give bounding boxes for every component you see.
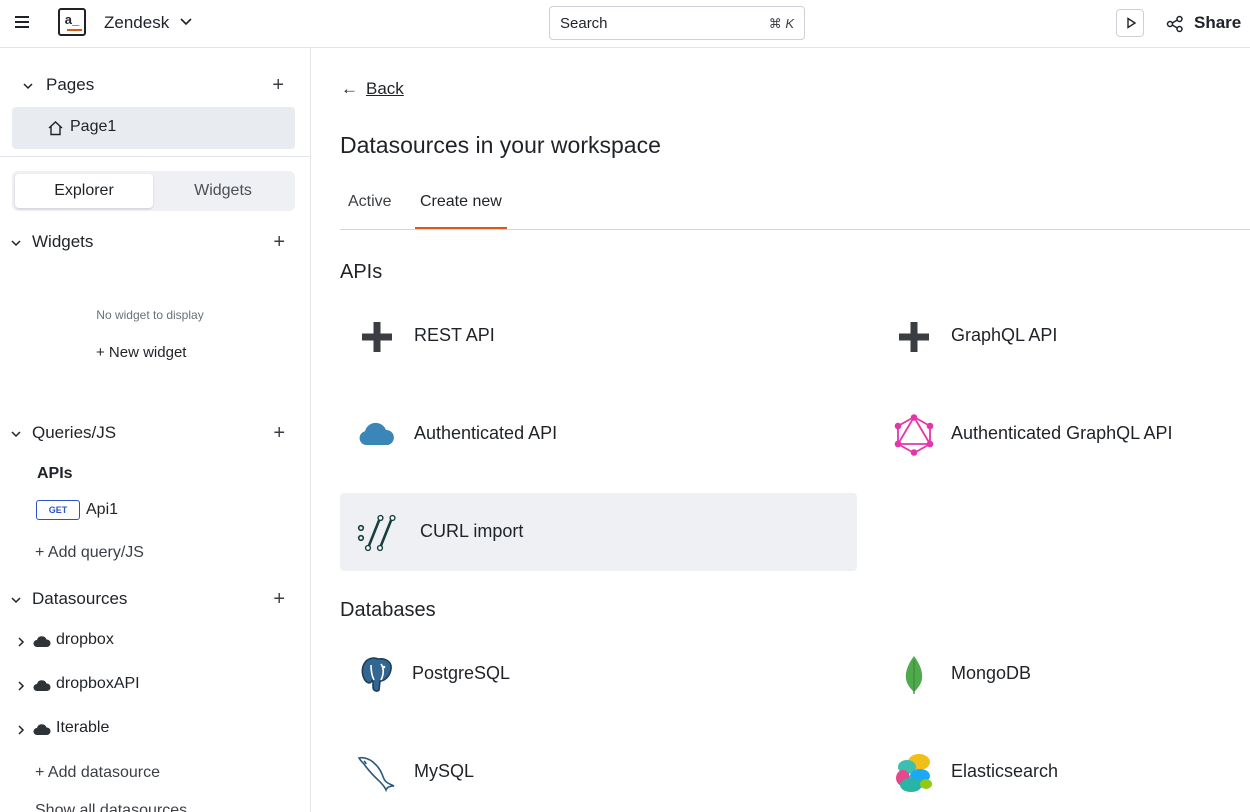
authenticated-graphql-api-card[interactable]: Authenticated GraphQL API — [877, 395, 1250, 473]
chevron-right-icon[interactable] — [16, 680, 26, 692]
tab-widgets[interactable]: Widgets — [154, 174, 292, 208]
add-query-button[interactable]: + — [273, 423, 285, 443]
cloud-icon — [33, 680, 51, 691]
datasources-section-header[interactable]: Datasources + — [0, 585, 311, 615]
curl-import-card[interactable]: CURL import — [340, 493, 857, 571]
chevron-right-icon[interactable] — [16, 636, 26, 648]
method-badge: GET — [36, 500, 80, 520]
mongodb-icon — [905, 656, 923, 694]
datasource-item[interactable]: dropbox — [0, 629, 311, 655]
mysql-icon — [357, 756, 395, 793]
graphql-api-card[interactable]: GraphQL API — [877, 297, 1250, 375]
pages-section-header[interactable]: Pages + — [0, 71, 311, 101]
cloud-icon — [359, 422, 394, 445]
card-label: Authenticated API — [414, 423, 558, 443]
widgets-section-header[interactable]: Widgets + — [0, 228, 311, 258]
home-icon — [48, 121, 63, 136]
chevron-down-icon[interactable] — [22, 80, 34, 92]
datasource-label: dropboxAPI — [56, 675, 140, 692]
tab-explorer[interactable]: Explorer — [15, 174, 153, 208]
mongodb-card[interactable]: MongoDB — [877, 635, 1250, 713]
share-button[interactable]: Share — [1194, 13, 1241, 33]
search-input[interactable]: Search ⌘ K — [549, 6, 805, 40]
card-label: CURL import — [420, 521, 524, 541]
add-query-link[interactable]: + Add query/JS — [35, 544, 144, 562]
cloud-icon — [33, 636, 51, 647]
card-label: GraphQL API — [951, 325, 1058, 345]
postgresql-icon — [361, 657, 392, 692]
back-link[interactable]: ← Back — [341, 79, 404, 99]
plus-icon — [362, 322, 392, 352]
chevron-down-icon[interactable] — [10, 237, 22, 249]
no-widget-text: No widget to display — [96, 308, 204, 322]
datasource-label: Iterable — [56, 719, 110, 736]
menu-icon[interactable] — [14, 13, 34, 33]
new-widget-button[interactable]: + New widget — [96, 344, 186, 361]
app-name[interactable]: Zendesk — [104, 13, 169, 33]
queries-section-header[interactable]: Queries/JS + — [0, 419, 311, 449]
tab-create-new[interactable]: Create new — [415, 193, 507, 229]
add-datasource-link[interactable]: + Add datasource — [35, 764, 160, 782]
card-label: REST API — [414, 325, 495, 345]
card-label: MongoDB — [951, 663, 1032, 683]
curl-icon — [357, 514, 396, 552]
tab-divider — [340, 229, 1250, 230]
chevron-down-icon[interactable] — [10, 594, 22, 606]
mysql-card[interactable]: MySQL — [340, 733, 857, 811]
add-widget-button[interactable]: + — [273, 232, 285, 252]
chevron-right-icon[interactable] — [16, 724, 26, 736]
app-logo[interactable]: a_ — [58, 8, 86, 36]
elasticsearch-card[interactable]: Elasticsearch — [877, 733, 1250, 811]
postgresql-card[interactable]: PostgreSQL — [340, 635, 857, 713]
card-label: MySQL — [414, 761, 475, 781]
card-label: Elasticsearch — [951, 761, 1059, 781]
elasticsearch-icon — [896, 754, 932, 792]
datasources-title: Datasources — [32, 589, 128, 608]
explorer-widgets-toggle: Explorer Widgets — [12, 171, 295, 211]
plus-icon — [899, 322, 929, 352]
datasource-label: dropbox — [56, 631, 114, 648]
main-panel: ← Back Datasources in your workspace Acti… — [311, 48, 1250, 812]
share-icon[interactable] — [1166, 15, 1184, 33]
page-item-page1[interactable]: Page1 — [12, 107, 295, 149]
card-label: Authenticated GraphQL API — [951, 423, 1173, 443]
show-all-datasources-link[interactable]: Show all datasources — [35, 802, 187, 812]
api-item-label: Api1 — [86, 501, 119, 518]
datasource-item[interactable]: dropboxAPI — [0, 673, 311, 699]
play-icon — [1127, 17, 1137, 29]
datasource-item[interactable]: Iterable — [0, 717, 311, 743]
queries-title: Queries/JS — [32, 423, 117, 442]
cloud-icon — [33, 724, 51, 735]
arrow-left-icon: ← — [341, 79, 358, 98]
back-label: Back — [366, 79, 404, 98]
graphql-icon — [894, 414, 934, 456]
chevron-down-icon[interactable] — [10, 428, 22, 440]
add-page-button[interactable]: + — [272, 75, 284, 95]
apis-section-title: APIs — [340, 261, 383, 283]
search-shortcut: ⌘ K — [768, 16, 794, 31]
databases-section-title: Databases — [340, 599, 436, 621]
tab-active[interactable]: Active — [348, 193, 392, 229]
search-placeholder: Search — [560, 15, 608, 32]
page-item-label: Page1 — [70, 118, 117, 135]
add-datasource-button[interactable]: + — [273, 589, 285, 609]
sidebar: Pages + Page1 Explorer Widgets Widgets +… — [0, 48, 311, 812]
divider — [0, 156, 311, 157]
pages-title: Pages — [46, 75, 95, 94]
apis-subheading: APIs — [37, 465, 73, 482]
page-title: Datasources in your workspace — [340, 132, 661, 158]
authenticated-api-card[interactable]: Authenticated API — [340, 395, 857, 473]
chevron-down-icon[interactable] — [178, 13, 194, 29]
top-bar: a_ Zendesk Search ⌘ K Share — [0, 0, 1250, 48]
rest-api-card[interactable]: REST API — [340, 297, 857, 375]
widgets-title: Widgets — [32, 232, 94, 251]
card-label: PostgreSQL — [412, 663, 511, 683]
preview-button[interactable] — [1116, 9, 1144, 37]
